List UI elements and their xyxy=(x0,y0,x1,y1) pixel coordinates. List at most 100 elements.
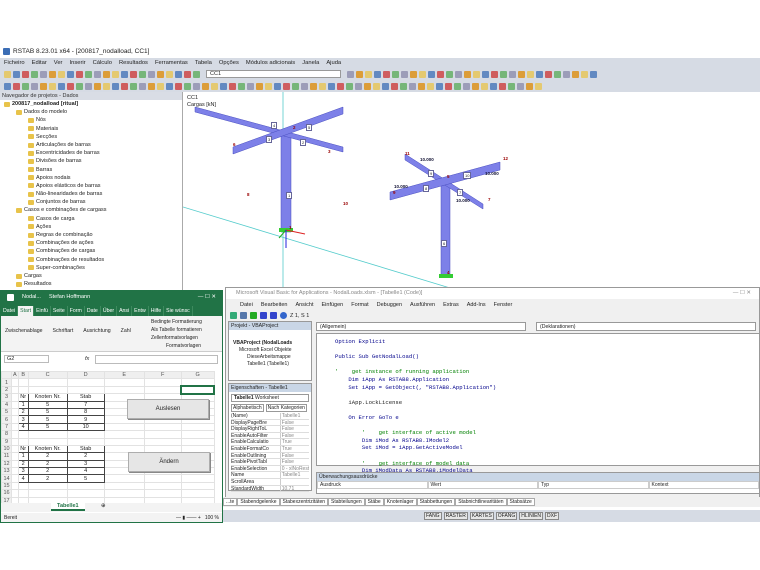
toolbar-button-icon[interactable] xyxy=(383,70,390,78)
cell[interactable]: 2 xyxy=(27,474,68,483)
row-header[interactable]: 16 xyxy=(1,489,12,498)
cell[interactable]: 3 xyxy=(17,467,29,476)
tree-item[interactable]: Materiais xyxy=(0,125,182,133)
cell[interactable] xyxy=(66,378,105,387)
ribbon-tab[interactable]: Sie wünsc xyxy=(164,306,193,316)
tree-item[interactable]: Casos de carga xyxy=(0,215,182,223)
tree-item[interactable]: Super-combinações xyxy=(0,264,182,272)
toolbar-button-icon[interactable] xyxy=(554,70,561,78)
cell[interactable] xyxy=(143,378,182,387)
tree-item[interactable]: Nós xyxy=(0,116,182,124)
cell[interactable] xyxy=(66,437,105,446)
status-toggle[interactable]: KARTES xyxy=(469,512,494,520)
project-tree-item[interactable]: Microsoft Excel Objekte xyxy=(231,347,309,354)
cell[interactable]: 4 xyxy=(17,422,29,432)
column-header[interactable]: F xyxy=(143,370,182,380)
menu-item[interactable]: Ajuda xyxy=(326,60,341,66)
toolbar-button-icon[interactable] xyxy=(4,70,11,78)
column-header[interactable]: B xyxy=(17,370,29,380)
toolbar-button-icon[interactable] xyxy=(418,82,425,90)
toolbar-button-icon[interactable] xyxy=(22,70,29,78)
cell[interactable]: 2 xyxy=(17,459,29,469)
cell[interactable]: 2 xyxy=(27,467,68,476)
toolbar-button-icon[interactable] xyxy=(292,82,299,90)
toolbar-button-icon[interactable] xyxy=(31,70,38,78)
toolbar-button-icon[interactable] xyxy=(518,70,525,78)
cell[interactable] xyxy=(27,489,68,498)
property-value[interactable]: 10,71 xyxy=(279,485,309,492)
cell[interactable]: Knoten Nr. xyxy=(27,444,68,454)
toolbar-button-icon[interactable] xyxy=(139,70,146,78)
toolbar-button-icon[interactable] xyxy=(473,70,480,78)
tree-item[interactable]: Secções xyxy=(0,133,182,141)
column-header[interactable]: D xyxy=(66,370,105,380)
cell[interactable] xyxy=(11,437,19,446)
row-header[interactable]: 8 xyxy=(1,430,12,439)
project-tree-item[interactable]: DieseArbeitsmappe xyxy=(231,354,309,361)
cell[interactable] xyxy=(17,481,29,491)
property-row[interactable]: Name Tabelle1 xyxy=(231,472,309,479)
row-header[interactable]: 11 xyxy=(1,452,12,461)
vba-menu-item[interactable]: Ausführen xyxy=(410,302,435,308)
cell[interactable] xyxy=(103,430,145,439)
ribbon-tab[interactable]: Seite xyxy=(51,306,68,316)
table-tab[interactable]: ...te xyxy=(223,498,238,506)
toolbar-button-icon[interactable] xyxy=(13,70,20,78)
menu-item[interactable]: Módulos adicionais xyxy=(246,60,295,66)
tree-item[interactable]: Regras de combinação xyxy=(0,231,182,239)
cell[interactable] xyxy=(66,489,105,498)
window-controls[interactable]: — ☐ ✕ xyxy=(198,294,222,300)
ribbon-tab[interactable]: Ansi xyxy=(117,306,133,316)
toolbar-button-icon[interactable] xyxy=(13,82,20,90)
toolbar-button-icon[interactable] xyxy=(455,70,462,78)
tree-item[interactable]: Dados do modelo xyxy=(0,108,182,116)
toolbar-button-icon[interactable] xyxy=(130,70,137,78)
toolbar-button-icon[interactable] xyxy=(202,82,209,90)
table-tab[interactable]: Stabexzentrizitäten xyxy=(279,498,329,506)
property-row[interactable]: EnableSelection 0 - xlNoRestric xyxy=(231,465,309,473)
cell[interactable]: Nr xyxy=(17,393,29,402)
cell[interactable] xyxy=(103,481,145,491)
toolbar-button-icon[interactable] xyxy=(193,70,200,78)
project-tree-item[interactable]: VBAProject (NodalLoads xyxy=(231,340,309,347)
cell[interactable] xyxy=(103,378,145,387)
toolbar-button-icon[interactable] xyxy=(283,82,290,90)
toolbar-button-icon[interactable] xyxy=(31,82,38,90)
toolbar-button-icon[interactable] xyxy=(482,70,489,78)
ribbon-tab[interactable]: Über xyxy=(101,306,118,316)
tree-item[interactable]: Cargas xyxy=(0,272,182,280)
toolbar-button-icon[interactable] xyxy=(184,82,191,90)
toolbar-button-icon[interactable] xyxy=(58,70,65,78)
property-row[interactable]: EnableOutlining False xyxy=(231,452,309,460)
property-value[interactable]: 0 - xlNoRestric xyxy=(279,465,309,472)
tree-item[interactable]: Não-linearidades de barras xyxy=(0,190,182,198)
row-header[interactable]: 6 xyxy=(1,415,12,424)
toolbar-button-icon[interactable] xyxy=(401,70,408,78)
toolbar-button-icon[interactable] xyxy=(58,82,65,90)
toolbar-button-icon[interactable] xyxy=(229,82,236,90)
table-tab[interactable]: Knotenlager xyxy=(383,498,417,506)
vba-menu-item[interactable]: Debuggen xyxy=(377,302,402,308)
tree-item[interactable]: Combinações de resultados xyxy=(0,256,182,264)
toolbar-button-icon[interactable] xyxy=(40,70,47,78)
vba-menu-item[interactable]: Format xyxy=(351,302,368,308)
toolbar-button-icon[interactable] xyxy=(499,82,506,90)
toolbar-button-icon[interactable] xyxy=(508,82,515,90)
toolbar-button-icon[interactable] xyxy=(139,82,146,90)
cell[interactable]: 2 xyxy=(17,407,29,417)
row-header[interactable]: 15 xyxy=(1,481,12,491)
toolbar-button-icon[interactable] xyxy=(310,82,317,90)
cell[interactable] xyxy=(143,489,182,498)
vba-menu-item[interactable]: Bearbeiten xyxy=(261,302,288,308)
tree-item[interactable]: Resultados xyxy=(0,280,182,288)
cell[interactable]: 4 xyxy=(66,467,105,476)
watch-column-header[interactable]: Typ xyxy=(538,481,649,489)
vba-menu-item[interactable]: Add-Ins xyxy=(467,302,486,308)
table-tab[interactable]: Stabsätze xyxy=(506,498,535,506)
cell[interactable] xyxy=(143,437,182,446)
cell[interactable] xyxy=(17,385,29,395)
cell[interactable] xyxy=(66,481,105,491)
toolbar-button-icon[interactable] xyxy=(103,82,110,90)
cell[interactable] xyxy=(143,430,182,439)
tree-item[interactable]: Conjuntos de barras xyxy=(0,198,182,206)
